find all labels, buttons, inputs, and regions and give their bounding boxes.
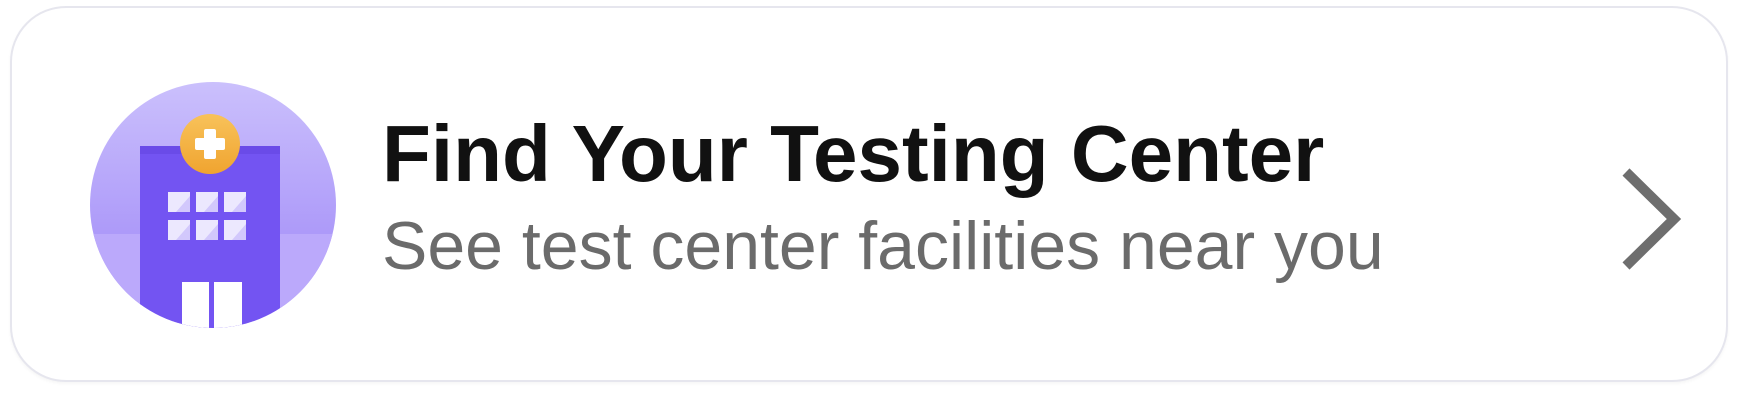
card-title: Find Your Testing Center [382, 109, 1325, 198]
hospital-building-icon [90, 82, 336, 328]
card-subtitle: See test center facilities near you [382, 208, 1384, 284]
card-text: Find Your Testing Center See test center… [382, 106, 1562, 288]
testing-center-card[interactable]: Find Your Testing Center See test center… [10, 6, 1728, 382]
chevron-right-icon[interactable] [1612, 164, 1692, 274]
